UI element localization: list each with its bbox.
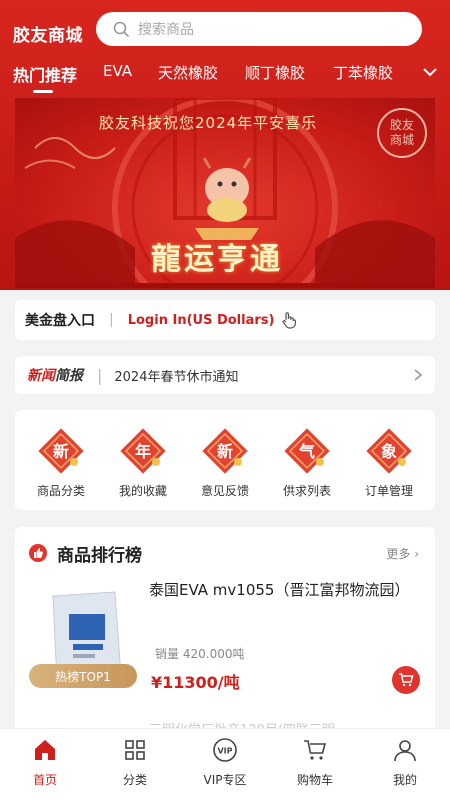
sales-volume: 销量 420.000吨 [155, 645, 244, 662]
tab-label: 我的 [392, 773, 417, 787]
promo-banner[interactable]: 胶友科技祝您2024年平安喜乐 胶友商城 龍运亨通 [15, 98, 435, 288]
quick-link-label: 商品分类 [36, 484, 85, 498]
quick-link-item[interactable]: 新商品分类 [19, 426, 103, 499]
tab-butadiene-rubber[interactable]: 顺丁橡胶 [245, 62, 305, 83]
news-bulletin[interactable]: 新闻简报 | 2024年春节休市通知 [15, 356, 435, 394]
news-logo-red: 新闻 [27, 368, 55, 384]
banner-greeting: 胶友科技祝您2024年平安喜乐 [99, 114, 318, 132]
home-icon [35, 740, 55, 760]
banner-seal: 胶友商城 [377, 108, 427, 158]
category-grid-icon [125, 740, 145, 760]
tab-natural-rubber[interactable]: 天然橡胶 [158, 62, 218, 83]
quick-link-item[interactable]: 年我的收藏 [101, 426, 185, 499]
tab-home[interactable]: 首页 [0, 737, 90, 788]
add-to-cart-button[interactable] [392, 666, 420, 694]
news-logo: 新闻简报 [27, 365, 83, 385]
orders-icon: 象 [366, 428, 412, 474]
quick-link-label: 我的收藏 [118, 484, 167, 498]
tab-cart[interactable]: 购物车 [270, 737, 360, 788]
cart-icon [399, 673, 414, 687]
sales-value: 420.000吨 [182, 647, 245, 661]
banner-slogan: 龍运亨通 [151, 242, 283, 277]
feedback-icon: 新 [202, 428, 248, 474]
top-rank-badge: 热榜TOP1 [29, 664, 137, 688]
tab-vip[interactable]: VIP VIP专区 [180, 737, 270, 788]
tab-hot[interactable]: 热门推荐 [13, 62, 77, 86]
active-tab-indicator [33, 90, 53, 93]
ranking-title: 商品排行榜 [57, 546, 142, 566]
bottom-tab-bar: 首页 分类 VIP VIP专区 购物车 我的 [0, 728, 450, 800]
pointer-hand-icon [282, 312, 297, 329]
quick-link-glyph: 新 [53, 442, 69, 461]
tab-eva[interactable]: EVA [103, 62, 132, 80]
tab-profile[interactable]: 我的 [360, 737, 450, 788]
quick-link-item[interactable]: 象订单管理 [347, 426, 431, 499]
profile-icon [394, 740, 416, 762]
usd-market-entry[interactable]: 美金盘入口 | Login In(US Dollars) [15, 300, 435, 340]
ranking-more-label: 更多 [386, 547, 411, 561]
tab-label: 购物车 [296, 773, 333, 787]
quick-link-label: 供求列表 [282, 484, 331, 498]
quick-link-glyph: 新 [217, 442, 233, 461]
quick-link-label: 意见反馈 [200, 484, 249, 498]
cart-icon [304, 740, 327, 760]
news-logo-dark: 简报 [55, 368, 83, 384]
quick-link-glyph: 象 [381, 442, 397, 461]
search-icon [113, 21, 129, 37]
news-headline[interactable]: 2024年春节休市通知 [114, 366, 238, 385]
quick-link-glyph: 气 [298, 442, 315, 461]
divider: | [109, 312, 114, 328]
usd-login-link[interactable]: Login In(US Dollars) [128, 313, 275, 328]
category-icon: 新 [38, 428, 84, 474]
quick-links: 新商品分类年我的收藏新意见反馈气供求列表象订单管理 [15, 410, 435, 510]
sales-label: 销量 [155, 647, 180, 661]
tab-sbr-rubber[interactable]: 丁苯橡胶 [333, 62, 393, 83]
vip-icon: VIP [213, 738, 237, 762]
supply-demand-icon: 气 [284, 428, 330, 474]
search-input[interactable]: 搜索商品 [138, 19, 194, 39]
tab-label: VIP专区 [203, 773, 247, 787]
tab-category-grid[interactable]: 分类 [90, 737, 180, 788]
favorites-icon: 年 [120, 428, 166, 474]
tab-label: 分类 [122, 773, 147, 787]
divider: | [97, 365, 103, 385]
search-bar[interactable]: 搜索商品 [96, 12, 422, 46]
usd-market-label: 美金盘入口 [25, 313, 95, 329]
ranking-more-link[interactable]: 更多 › [386, 545, 419, 562]
quick-link-glyph: 年 [135, 442, 151, 461]
product-ranking: 商品排行榜 更多 › 热榜TOP1 泰国EVA mv1055（晋江富邦物流园） … [15, 527, 435, 757]
chevron-right-icon [414, 369, 423, 381]
chevron-down-icon[interactable] [421, 64, 439, 80]
category-tabs: 热门推荐 EVA 天然橡胶 顺丁橡胶 丁苯橡胶 [0, 58, 450, 92]
app-logo: 胶友商城 [13, 26, 83, 46]
quick-link-item[interactable]: 气供求列表 [265, 426, 349, 499]
product-name[interactable]: 泰国EVA mv1055（晋江富邦物流园） [149, 579, 419, 601]
thumbs-up-icon [29, 544, 47, 562]
tab-label: 首页 [32, 773, 57, 787]
quick-link-item[interactable]: 新意见反馈 [183, 426, 267, 499]
product-price: ¥11300/吨 [151, 673, 240, 692]
svg-text:VIP: VIP [217, 747, 232, 756]
app-header: 胶友商城 搜索商品 热门推荐 EVA 天然橡胶 顺丁橡胶 丁苯橡胶 胶友科技祝您… [0, 0, 450, 290]
quick-link-label: 订单管理 [364, 484, 413, 498]
